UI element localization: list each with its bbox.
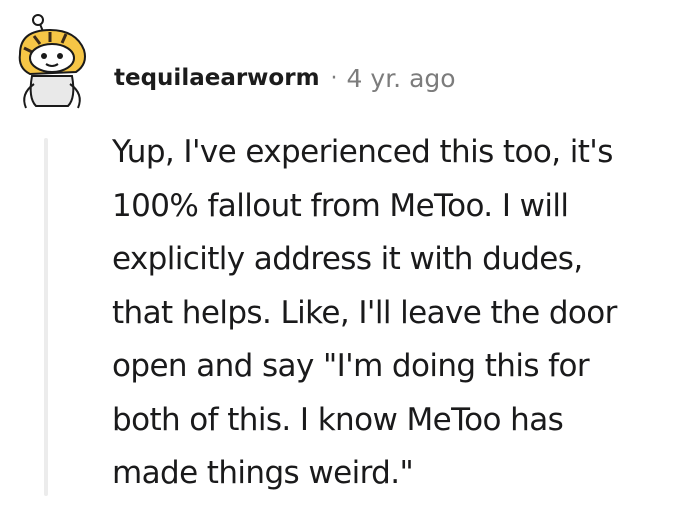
comment-body-line: both of this. I know MeToo has bbox=[112, 401, 564, 438]
comment-meta: tequilaearworm · 4 yr. ago bbox=[114, 58, 456, 98]
comment-body-line: 100% fallout from MeToo. I will bbox=[112, 187, 569, 224]
comment-body-line: made things weird." bbox=[112, 455, 414, 491]
snoo-tiger-avatar-icon bbox=[18, 14, 86, 109]
meta-separator: · bbox=[330, 65, 338, 91]
comment-body-line: that helps. Like, I'll leave the door bbox=[112, 294, 617, 331]
comment: tequilaearworm · 4 yr. ago Yup, I've exp… bbox=[0, 0, 700, 508]
user-avatar[interactable] bbox=[10, 10, 106, 114]
comment-timestamp[interactable]: 4 yr. ago bbox=[347, 64, 456, 93]
comment-body: Yup, I've experienced this too, it's 100… bbox=[112, 126, 700, 501]
username-link[interactable]: tequilaearworm bbox=[114, 65, 320, 91]
comment-body-line: open and say "I'm doing this for bbox=[112, 348, 590, 384]
comment-body-line: Yup, I've experienced this too, it's bbox=[112, 134, 613, 170]
thread-collapse-line[interactable] bbox=[44, 138, 48, 496]
comment-body-line: explicitly address it with dudes, bbox=[112, 241, 583, 277]
